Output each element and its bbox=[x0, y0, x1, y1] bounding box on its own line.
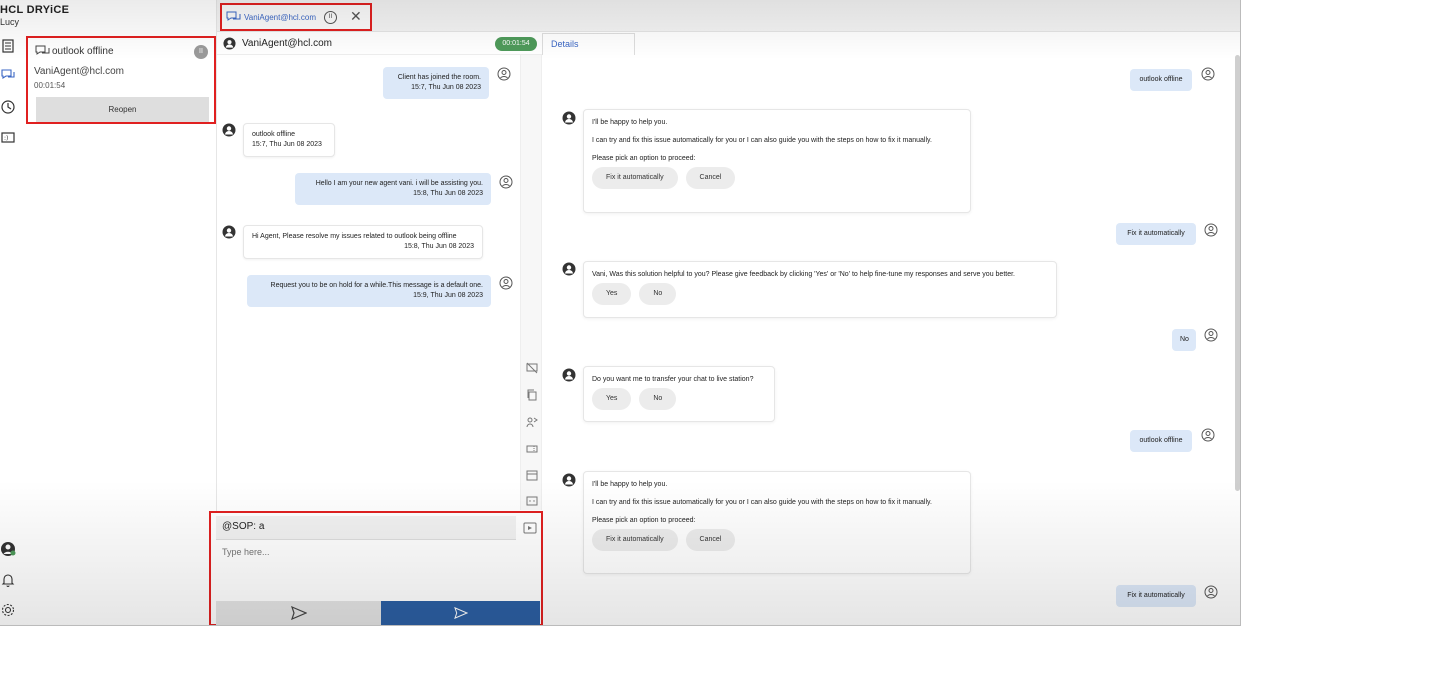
send-icon bbox=[453, 607, 468, 619]
svg-text::): :) bbox=[4, 135, 8, 142]
chat-icon bbox=[226, 10, 242, 24]
ticket-icon[interactable] bbox=[526, 442, 538, 454]
close-icon[interactable]: ✕ bbox=[350, 8, 362, 25]
message-composer: @SOP: a bbox=[209, 511, 543, 625]
customer-message: outlook offline bbox=[1130, 69, 1192, 91]
copy-icon[interactable] bbox=[526, 388, 538, 401]
agent-avatar-icon bbox=[497, 67, 511, 81]
chat-header: VaniAgent@hcl.com 00:01:54 bbox=[217, 33, 542, 55]
pause-icon[interactable]: II bbox=[324, 11, 337, 24]
user-avatar-icon bbox=[222, 123, 236, 137]
session-agent: VaniAgent@hcl.com bbox=[34, 66, 125, 77]
customer-message: Fix it automatically bbox=[1116, 223, 1196, 245]
details-panel: outlook offline I'll be happy to help yo… bbox=[542, 55, 1240, 625]
chat-icon[interactable] bbox=[0, 67, 16, 83]
message-agent: Hello I am your new agent vani. i will b… bbox=[295, 173, 491, 205]
tab-label: VaniAgent@hcl.com bbox=[244, 13, 317, 22]
message-user: outlook offline 15:7, Thu Jun 08 2023 bbox=[243, 123, 335, 157]
session-timer: 00:01:54 bbox=[34, 81, 66, 90]
screen-share-off-icon[interactable] bbox=[526, 361, 538, 374]
chat-user-name: VaniAgent@hcl.com bbox=[242, 38, 333, 49]
gear-icon[interactable] bbox=[0, 602, 16, 618]
message-user: Hi Agent, Please resolve my issues relat… bbox=[243, 225, 483, 259]
calendar-icon[interactable] bbox=[526, 468, 538, 481]
details-scrollbar[interactable] bbox=[1235, 55, 1240, 491]
tab-bar: VaniAgent@hcl.com II ✕ bbox=[217, 0, 1240, 32]
chat-icon bbox=[35, 44, 51, 58]
bot-avatar-icon bbox=[562, 262, 576, 276]
bell-icon[interactable] bbox=[0, 572, 16, 588]
agent-avatar-icon bbox=[499, 175, 513, 189]
nav-rail: HCL DRYiCE Lucy :) bbox=[0, 0, 69, 625]
send-button[interactable] bbox=[381, 601, 540, 625]
tab-details[interactable]: Details bbox=[542, 33, 635, 55]
history-icon[interactable] bbox=[0, 99, 16, 115]
insert-icon[interactable] bbox=[521, 518, 539, 538]
reopen-button[interactable]: Reopen bbox=[36, 97, 209, 122]
send-to-bot-button[interactable] bbox=[216, 601, 381, 625]
app-window: HCL DRYiCE Lucy :) outlook offline II Va… bbox=[0, 0, 1241, 626]
bot-message-card: I'll be happy to help you. I can try and… bbox=[583, 109, 971, 213]
tab-chat-session[interactable]: VaniAgent@hcl.com II ✕ bbox=[220, 3, 372, 31]
option-no[interactable]: No bbox=[639, 283, 677, 305]
agent-avatar-icon bbox=[499, 276, 513, 290]
agent-avatar-icon bbox=[1204, 328, 1218, 342]
customer-message: Fix it automatically bbox=[1116, 585, 1196, 607]
bot-avatar-icon bbox=[562, 368, 576, 382]
option-fix-automatically[interactable]: Fix it automatically bbox=[592, 529, 678, 551]
list-icon[interactable] bbox=[0, 38, 16, 54]
option-yes[interactable]: Yes bbox=[592, 388, 632, 410]
sop-input[interactable]: @SOP: a bbox=[216, 516, 516, 540]
user-status-icon[interactable] bbox=[0, 541, 16, 557]
customer-message: No bbox=[1172, 329, 1196, 351]
bot-avatar-icon bbox=[562, 473, 576, 487]
bot-message-card: I'll be happy to help you. I can try and… bbox=[583, 471, 971, 574]
pause-icon[interactable]: II bbox=[194, 45, 208, 59]
tool-column bbox=[520, 55, 542, 510]
option-yes[interactable]: Yes bbox=[592, 283, 632, 305]
option-no[interactable]: No bbox=[639, 388, 677, 410]
user-avatar-icon bbox=[222, 225, 236, 239]
agent-avatar-icon bbox=[1201, 428, 1215, 442]
message-agent: Request you to be on hold for a while.Th… bbox=[247, 275, 491, 307]
option-cancel[interactable]: Cancel bbox=[685, 167, 736, 189]
agent-avatar-icon bbox=[1204, 585, 1218, 599]
session-card[interactable]: outlook offline II VaniAgent@hcl.com 00:… bbox=[26, 36, 216, 124]
conversation-panel: Client has joined the room. 15:7, Thu Ju… bbox=[217, 55, 520, 510]
session-title: outlook offline bbox=[52, 46, 114, 57]
message-input[interactable] bbox=[216, 542, 538, 598]
agent-avatar-icon bbox=[1204, 223, 1218, 237]
customer-message: outlook offline bbox=[1130, 430, 1192, 452]
message-agent: Client has joined the room. 15:7, Thu Ju… bbox=[383, 67, 489, 99]
session-list: outlook offline II VaniAgent@hcl.com 00:… bbox=[24, 0, 217, 625]
feedback-icon[interactable] bbox=[526, 494, 538, 506]
agent-avatar-icon bbox=[1201, 67, 1215, 81]
avatar-icon bbox=[223, 37, 236, 50]
option-cancel[interactable]: Cancel bbox=[685, 529, 736, 551]
option-fix-automatically[interactable]: Fix it automatically bbox=[592, 167, 678, 189]
bot-avatar-icon bbox=[562, 111, 576, 125]
ticket-icon[interactable]: :) bbox=[0, 130, 16, 146]
bot-message-card: Do you want me to transfer your chat to … bbox=[583, 366, 775, 422]
transfer-user-icon[interactable] bbox=[526, 415, 538, 428]
bot-message-card: Vani, Was this solution helpful to you? … bbox=[583, 261, 1057, 318]
timer-badge: 00:01:54 bbox=[495, 37, 537, 51]
user-name: Lucy bbox=[0, 17, 20, 27]
send-icon bbox=[290, 606, 307, 620]
